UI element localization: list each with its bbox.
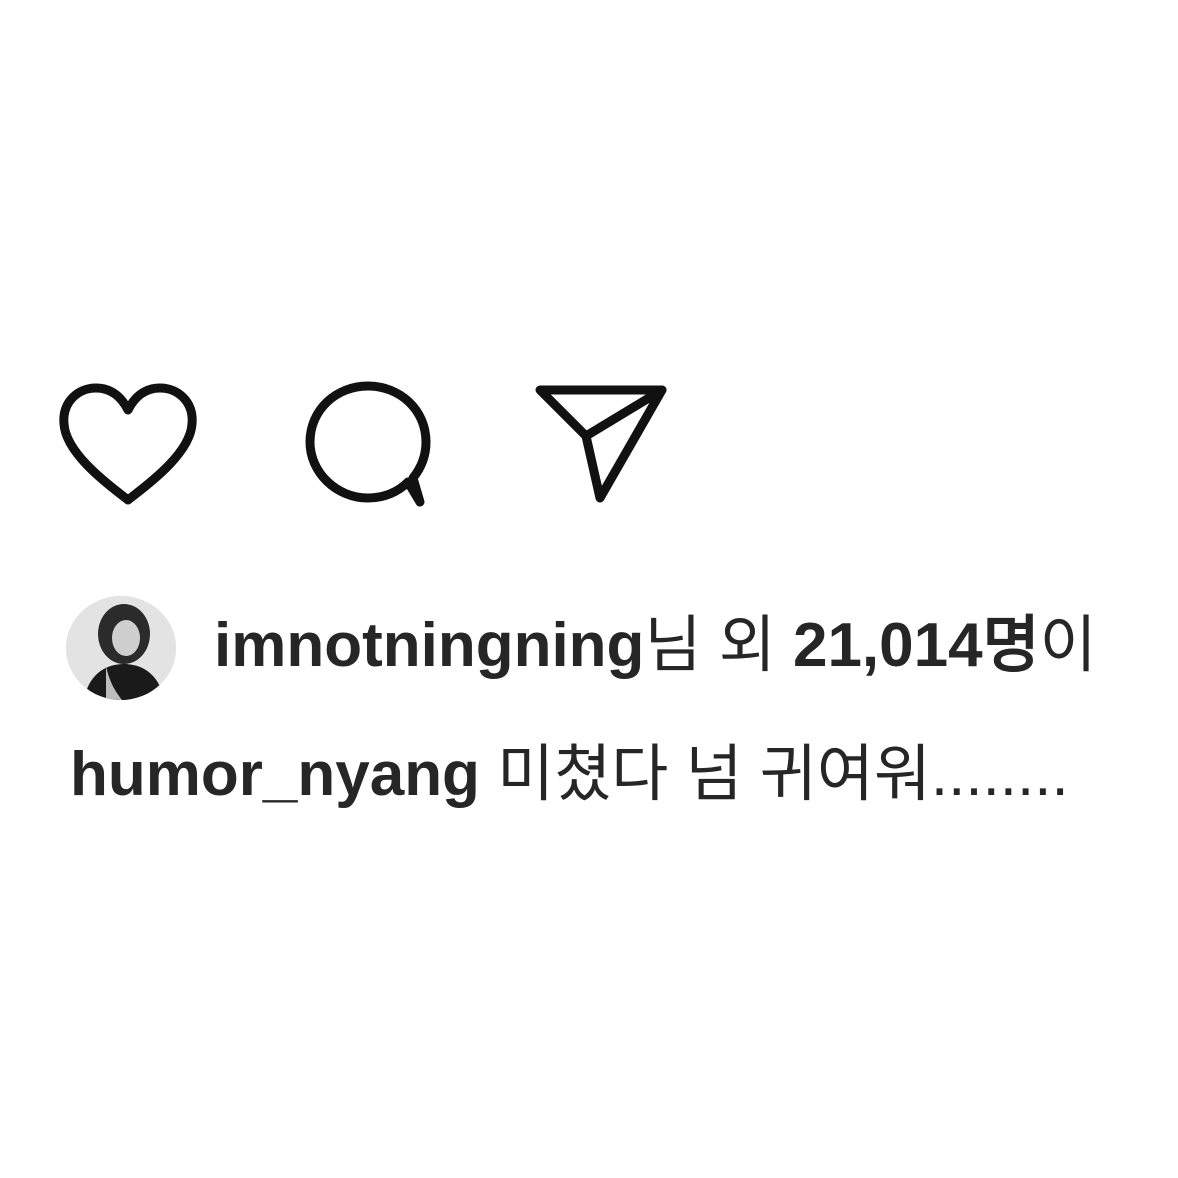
likes-suffix: 이 [1039, 611, 1097, 680]
comment-button[interactable] [300, 380, 440, 510]
liker-avatar[interactable] [66, 596, 176, 700]
avatar-photo [66, 596, 176, 700]
post-action-bar [56, 380, 696, 510]
like-button[interactable] [56, 380, 200, 510]
caption: humor_nyang 미쳤다 넘 귀여워........ [70, 735, 1178, 825]
likes-summary: imnotningning님 외 21,014명이 [66, 596, 1178, 700]
heart-outline-icon [59, 383, 197, 505]
likes-connector: 님 외 [644, 611, 793, 680]
share-button[interactable] [534, 380, 674, 510]
likes-text: imnotningning님 외 21,014명이 [214, 610, 1097, 682]
paper-plane-icon [535, 385, 667, 503]
caption-text: 미쳤다 넘 귀여워........ [479, 740, 1069, 809]
first-liker-username[interactable]: imnotningning [214, 611, 644, 680]
caption-username[interactable]: humor_nyang [70, 740, 480, 809]
speech-bubble-icon [305, 381, 431, 507]
likes-count[interactable]: 21,014명 [793, 611, 1040, 680]
